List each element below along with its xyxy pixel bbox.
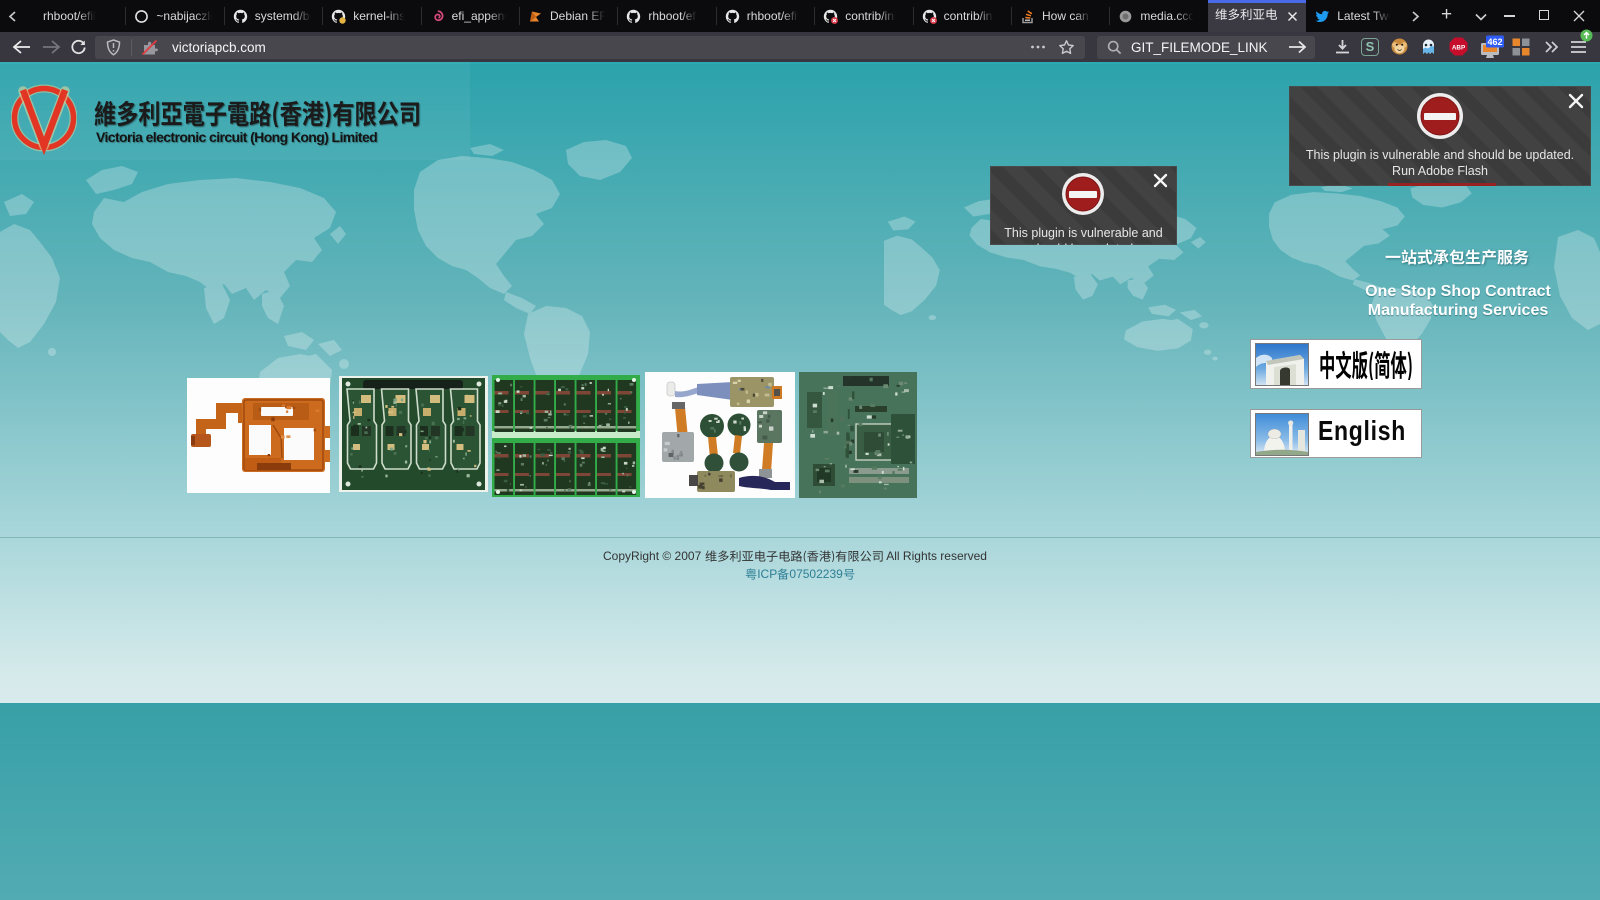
svg-text:462: 462	[1487, 37, 1502, 47]
svg-text:ABP: ABP	[1452, 45, 1465, 52]
